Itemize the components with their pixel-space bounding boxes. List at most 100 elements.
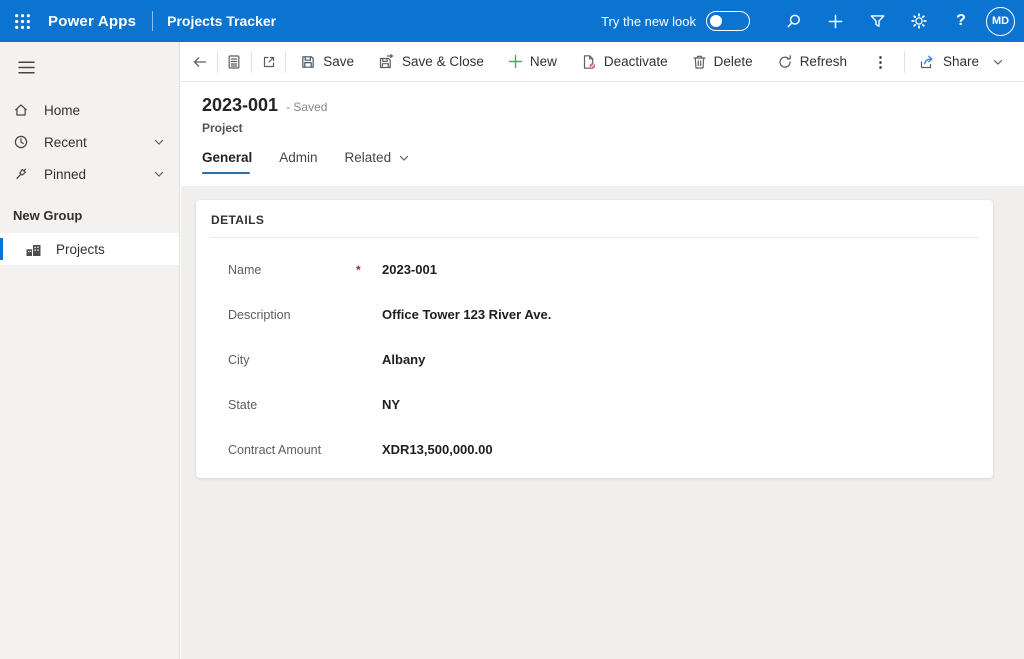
sidebar-item-recent[interactable]: Recent <box>0 126 179 158</box>
clock-icon <box>13 134 30 151</box>
details-section-card: DETAILS Name * 2023-001 Description Offi… <box>196 200 993 478</box>
field-label: State <box>228 398 356 412</box>
sitemap-sidebar: Home Recent Pinned New Group <box>0 42 180 659</box>
field-list: Name * 2023-001 Description Office Tower… <box>196 247 993 472</box>
record-header: 2023-001 - Saved Project General Admin R… <box>181 82 1024 186</box>
home-icon <box>13 102 30 119</box>
refresh-button[interactable]: Refresh <box>765 47 859 77</box>
form-icon <box>226 54 242 70</box>
chevron-down-icon <box>992 56 1004 68</box>
tab-label: General <box>202 150 252 165</box>
command-label: Deactivate <box>604 54 668 69</box>
form-selector-button[interactable] <box>219 47 249 77</box>
save-close-icon <box>378 54 395 70</box>
trash-icon <box>692 54 707 70</box>
command-label: Save & Close <box>402 54 484 69</box>
command-bar-right: Share <box>902 47 1024 77</box>
command-separator <box>251 51 252 73</box>
command-label: Share <box>943 54 979 69</box>
sidebar-item-label: Pinned <box>44 167 86 182</box>
sidebar-item-label: Projects <box>56 242 105 257</box>
field-label: Description <box>228 308 356 322</box>
avatar-initials: MD <box>992 15 1009 27</box>
field-value[interactable]: XDR13,500,000.00 <box>382 442 493 457</box>
search-icon <box>785 13 802 30</box>
tab-label: Admin <box>279 150 317 165</box>
deactivate-icon <box>581 54 597 70</box>
tab-related[interactable]: Related <box>345 150 411 174</box>
building-icon <box>25 241 42 258</box>
command-separator <box>904 51 905 73</box>
command-bar: Save Save & Close New Deactivate Delete <box>181 42 1024 82</box>
share-button[interactable]: Share <box>907 47 1016 77</box>
field-row-contract-amount: Contract Amount XDR13,500,000.00 <box>196 427 993 472</box>
sidebar-item-label: Home <box>44 103 80 118</box>
share-icon <box>919 54 936 70</box>
topbar-actions: Try the new look ? <box>601 0 1024 42</box>
field-label: City <box>228 353 356 367</box>
brand-title[interactable]: Power Apps <box>48 13 136 30</box>
save-icon <box>300 54 316 70</box>
search-button[interactable] <box>772 0 814 42</box>
top-navigation-bar: Power Apps Projects Tracker Try the new … <box>0 0 1024 42</box>
command-label: Save <box>323 54 354 69</box>
section-title: DETAILS <box>196 200 993 227</box>
open-in-new-window-button[interactable] <box>254 47 284 77</box>
field-value[interactable]: NY <box>382 397 400 412</box>
help-button[interactable]: ? <box>940 0 982 42</box>
collapse-sitemap-button[interactable] <box>6 48 46 86</box>
app-name: Projects Tracker <box>167 13 276 29</box>
field-label: Contract Amount <box>228 443 356 457</box>
field-row-name: Name * 2023-001 <box>196 247 993 292</box>
field-value[interactable]: Office Tower 123 River Ave. <box>382 307 551 322</box>
record-entity-type: Project <box>202 121 1024 135</box>
field-value[interactable]: Albany <box>382 352 425 367</box>
command-label: New <box>530 54 557 69</box>
quick-create-button[interactable] <box>814 0 856 42</box>
plus-icon <box>827 13 844 30</box>
command-separator <box>285 51 286 73</box>
sidebar-item-projects[interactable]: Projects <box>0 233 179 265</box>
topbar-divider <box>152 11 153 31</box>
chevron-down-icon[interactable] <box>153 168 165 180</box>
section-divider <box>210 237 979 238</box>
question-mark-icon: ? <box>956 12 966 30</box>
save-button[interactable]: Save <box>288 47 366 77</box>
tab-general[interactable]: General <box>202 150 252 174</box>
chevron-down-icon <box>398 152 410 164</box>
back-arrow-icon <box>192 54 208 70</box>
app-launcher-waffle-icon[interactable] <box>0 0 44 42</box>
more-commands-button[interactable]: ⋮ <box>859 53 902 71</box>
form-content-area: DETAILS Name * 2023-001 Description Offi… <box>181 186 1024 659</box>
field-value[interactable]: 2023-001 <box>382 262 437 277</box>
plus-icon <box>508 54 523 69</box>
sidebar-group-header: New Group <box>0 190 179 233</box>
pin-icon <box>13 166 30 183</box>
hamburger-icon <box>18 61 35 74</box>
back-button[interactable] <box>185 47 215 77</box>
popout-icon <box>261 54 277 70</box>
tab-label: Related <box>345 150 392 165</box>
tab-admin[interactable]: Admin <box>279 150 317 174</box>
field-row-city: City Albany <box>196 337 993 382</box>
deactivate-button[interactable]: Deactivate <box>569 47 680 77</box>
field-row-description: Description Office Tower 123 River Ave. <box>196 292 993 337</box>
gear-icon <box>910 12 928 30</box>
account-avatar[interactable]: MD <box>986 7 1015 36</box>
sidebar-item-pinned[interactable]: Pinned <box>0 158 179 190</box>
new-look-label: Try the new look <box>601 14 696 29</box>
new-button[interactable]: New <box>496 47 569 77</box>
required-marker: * <box>356 263 382 277</box>
filter-button[interactable] <box>856 0 898 42</box>
sidebar-item-label: Recent <box>44 135 87 150</box>
chevron-down-icon[interactable] <box>153 136 165 148</box>
record-title: 2023-001 <box>202 95 278 116</box>
sidebar-item-home[interactable]: Home <box>0 94 179 126</box>
new-look-toggle[interactable] <box>706 11 750 31</box>
field-row-state: State NY <box>196 382 993 427</box>
command-label: Delete <box>714 54 753 69</box>
settings-button[interactable] <box>898 0 940 42</box>
delete-button[interactable]: Delete <box>680 47 765 77</box>
save-and-close-button[interactable]: Save & Close <box>366 47 496 77</box>
record-save-status: - Saved <box>286 100 327 114</box>
